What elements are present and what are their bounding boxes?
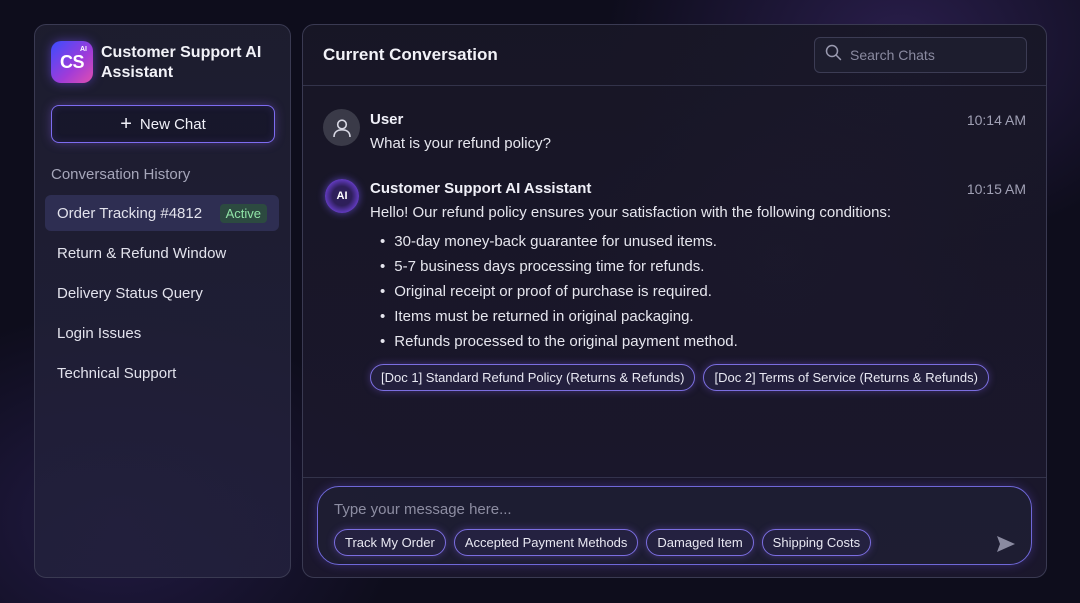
list-item: Original receipt or proof of purchase is… (380, 282, 738, 307)
new-chat-label: New Chat (139, 115, 206, 133)
policy-list: 30-day money-back guarantee for unused i… (380, 232, 738, 357)
chat-panel: Current Conversation User 10:14 AM What … (302, 24, 1047, 578)
message-time: 10:15 AM (966, 181, 1026, 197)
history-list: Order Tracking #4812 Active Return & Ref… (45, 195, 279, 395)
logo-badge: AI (80, 46, 87, 53)
history-item-label: Return & Refund Window (57, 244, 227, 262)
message-time: 10:14 AM (966, 112, 1026, 128)
history-item-technical-support[interactable]: Technical Support (45, 355, 279, 391)
footer-divider (303, 477, 1046, 478)
suggestion-shipping-costs[interactable]: Shipping Costs (761, 529, 872, 556)
history-item-label: Delivery Status Query (57, 284, 203, 302)
new-chat-button[interactable]: + New Chat (51, 105, 275, 143)
history-item-login-issues[interactable]: Login Issues (45, 315, 279, 351)
plus-icon: + (120, 113, 132, 135)
suggestion-chips: Track My Order Accepted Payment Methods … (334, 529, 872, 556)
history-item-order-tracking[interactable]: Order Tracking #4812 Active (45, 195, 279, 231)
source-documents: [Doc 1] Standard Refund Policy (Returns … (370, 364, 989, 391)
active-badge: Active (219, 203, 267, 223)
suggestion-payment-methods[interactable]: Accepted Payment Methods (453, 529, 639, 556)
message-input[interactable] (334, 497, 974, 521)
logo-text: CS (59, 51, 85, 72)
history-item-return-refund[interactable]: Return & Refund Window (45, 235, 279, 271)
app-title: Customer Support AI Assistant (101, 44, 262, 81)
header-divider (303, 85, 1046, 86)
sidebar: CS AI Customer Support AI Assistant + Ne… (34, 24, 291, 578)
ai-avatar-text: AI (336, 190, 348, 202)
list-item: Items must be returned in original packa… (380, 307, 738, 332)
message-sender: Customer Support AI Assistant (370, 180, 592, 197)
page-title: Current Conversation (323, 45, 498, 64)
message-sender: User (370, 111, 404, 128)
user-icon (323, 109, 360, 146)
list-item: 30-day money-back guarantee for unused i… (380, 232, 738, 257)
history-item-label: Login Issues (57, 324, 142, 342)
app-logo: CS AI (51, 41, 93, 83)
search-icon (825, 44, 842, 66)
message-composer: Track My Order Accepted Payment Methods … (317, 486, 1032, 565)
history-item-label: Technical Support (57, 364, 177, 382)
search-input[interactable] (850, 47, 1020, 63)
history-item-label: Order Tracking #4812 (57, 204, 203, 222)
message-text: What is your refund policy? (370, 135, 551, 152)
suggestion-damaged-item[interactable]: Damaged Item (646, 529, 754, 556)
suggestion-track-order[interactable]: Track My Order (334, 529, 446, 556)
list-item: Refunds processed to the original paymen… (380, 332, 738, 357)
search-box[interactable] (814, 37, 1027, 73)
source-chip-doc-2[interactable]: [Doc 2] Terms of Service (Returns & Refu… (703, 364, 989, 391)
send-icon[interactable] (995, 533, 1017, 555)
message-text: Hello! Our refund policy ensures your sa… (370, 204, 892, 221)
list-item: 5-7 business days processing time for re… (380, 257, 738, 282)
source-chip-doc-1[interactable]: [Doc 1] Standard Refund Policy (Returns … (370, 364, 696, 391)
history-item-delivery-status[interactable]: Delivery Status Query (45, 275, 279, 311)
ai-assistant-icon: AI (325, 179, 359, 213)
history-heading: Conversation History (51, 166, 191, 183)
